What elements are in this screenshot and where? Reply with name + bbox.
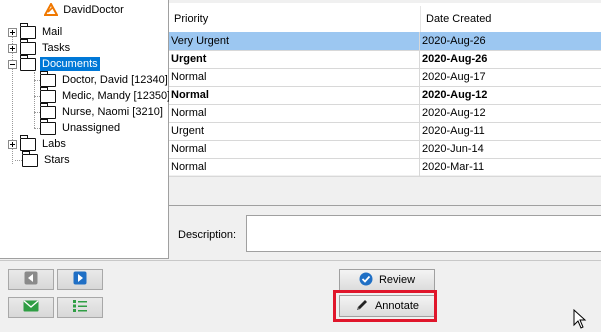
date-cell: 2020-Aug-12: [422, 89, 488, 101]
column-divider: [419, 104, 420, 122]
tree-item-nurse-naomi[interactable]: Nurse, Naomi [3210]: [39, 103, 165, 120]
folder-icon: [19, 55, 36, 71]
arrow-right-icon: [73, 271, 87, 288]
tree-item-label: Unassigned: [62, 122, 121, 134]
arrow-left-icon: [24, 271, 38, 288]
folder-icon: [39, 103, 56, 119]
table-row[interactable]: Normal 2020-Aug-12: [169, 86, 601, 105]
tree-item-tasks[interactable]: Tasks: [8, 39, 72, 56]
date-cell: 2020-Aug-12: [422, 107, 486, 119]
tree-item-stars[interactable]: Stars: [21, 151, 72, 168]
table-row[interactable]: Urgent 2020-Aug-11: [169, 122, 601, 141]
date-cell: 2020-Jun-14: [422, 143, 484, 155]
logo-icon: [44, 3, 59, 17]
bottom-toolbar: Review Annotate: [0, 260, 601, 329]
check-icon: [359, 272, 373, 289]
tree-item-labs[interactable]: Labs: [8, 135, 68, 152]
tree-item-label: Labs: [42, 138, 66, 150]
date-cell: 2020-Aug-26: [422, 53, 488, 65]
document-list: Priority Date Created Very Urgent 2020-A…: [169, 3, 601, 177]
tree-item-label: Documents: [40, 57, 100, 71]
description-label: Description:: [178, 229, 237, 241]
priority-cell: Urgent: [171, 125, 205, 137]
priority-cell: Urgent: [171, 53, 207, 65]
date-cell: 2020-Aug-11: [422, 125, 485, 137]
folder-icon: [39, 71, 56, 87]
expand-icon[interactable]: [8, 139, 17, 149]
tree-item-label: Tasks: [42, 42, 71, 54]
table-row[interactable]: Very Urgent 2020-Aug-26: [169, 32, 601, 51]
date-cell: 2020-Mar-11: [422, 161, 485, 173]
collapse-icon[interactable]: [8, 59, 17, 69]
annotate-highlight: [333, 290, 437, 322]
column-divider: [419, 122, 420, 140]
date-cell: 2020-Aug-26: [422, 35, 486, 47]
review-label: Review: [378, 274, 416, 286]
folder-icon: [21, 151, 38, 167]
column-divider: [419, 140, 420, 158]
tree-item-mail[interactable]: Mail: [8, 23, 64, 40]
table-row[interactable]: Urgent 2020-Aug-26: [169, 50, 601, 69]
back-button[interactable]: [8, 269, 54, 290]
tree-item-label: Nurse, Naomi [3210]: [62, 106, 163, 118]
list-header: Priority Date Created: [169, 6, 601, 33]
folder-icon: [19, 135, 36, 151]
table-row[interactable]: Normal 2020-Mar-11: [169, 158, 601, 177]
list-button[interactable]: [57, 297, 103, 318]
tree-connector: [15, 160, 22, 161]
column-header-priority[interactable]: Priority: [169, 6, 421, 32]
priority-cell: Normal: [171, 71, 207, 83]
mail-button[interactable]: [8, 297, 54, 318]
tree-item-label: Mail: [42, 26, 63, 38]
expand-icon[interactable]: [8, 27, 17, 37]
table-row[interactable]: Normal 2020-Jun-14: [169, 140, 601, 159]
column-header-date-created[interactable]: Date Created: [420, 6, 601, 32]
expand-icon[interactable]: [8, 43, 17, 53]
priority-cell: Very Urgent: [171, 35, 230, 47]
folder-icon: [39, 119, 56, 135]
priority-cell: Normal: [171, 143, 207, 155]
column-divider: [419, 86, 420, 104]
table-row[interactable]: Normal 2020-Aug-17: [169, 68, 601, 87]
column-divider: [419, 32, 420, 50]
tree-item-label: Stars: [44, 154, 70, 166]
priority-cell: Normal: [171, 89, 209, 101]
table-row[interactable]: Normal 2020-Aug-12: [169, 104, 601, 123]
tree-item-unassigned[interactable]: Unassigned: [39, 119, 122, 136]
review-button[interactable]: Review: [339, 269, 435, 291]
description-field[interactable]: [246, 215, 601, 252]
tree-item-doctor-david[interactable]: Doctor, David [12340]: [39, 71, 170, 88]
tree-item-medic-mandy[interactable]: Medic, Mandy [12350]: [39, 87, 172, 104]
column-divider: [419, 68, 420, 86]
column-divider: [419, 158, 420, 176]
column-divider: [419, 50, 420, 68]
list-icon: [72, 299, 88, 316]
tree-item-label: Doctor, David [12340]: [62, 74, 168, 86]
mouse-cursor-icon: [573, 308, 587, 332]
tree-root-label: DavidDoctor: [63, 4, 124, 16]
priority-cell: Normal: [171, 107, 207, 119]
folder-tree: DavidDoctor Mail Tasks Documents Doctor,…: [0, 0, 172, 259]
date-cell: 2020-Aug-17: [422, 71, 486, 83]
tree-item-documents[interactable]: Documents: [8, 55, 100, 72]
mail-icon: [23, 300, 39, 315]
forward-button[interactable]: [57, 269, 103, 290]
tree-root[interactable]: DavidDoctor: [0, 0, 168, 20]
tree-item-label: Medic, Mandy [12350]: [62, 90, 171, 102]
folder-icon: [19, 39, 36, 55]
description-area: Description:: [169, 205, 601, 259]
priority-cell: Normal: [171, 161, 207, 173]
folder-icon: [19, 23, 36, 39]
folder-icon: [39, 87, 56, 103]
